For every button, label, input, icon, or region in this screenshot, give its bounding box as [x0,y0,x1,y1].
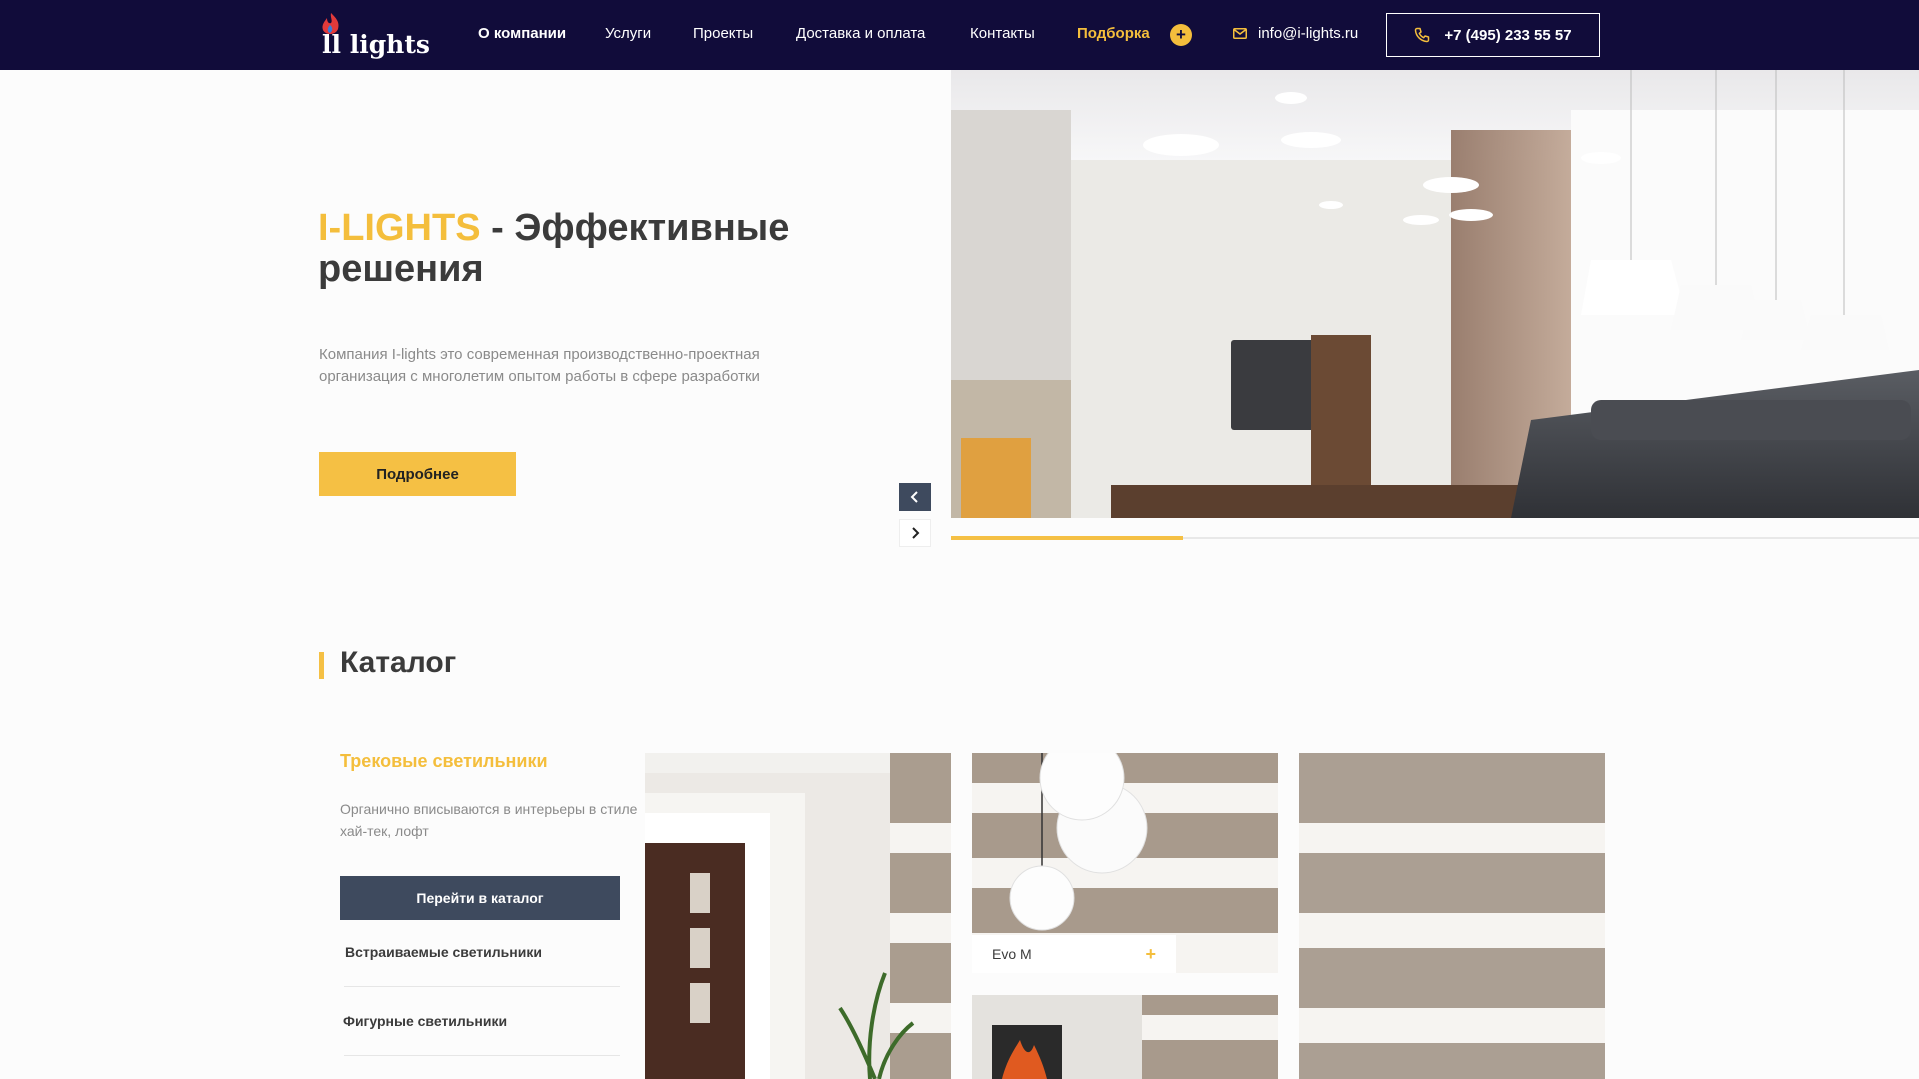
catalog-card[interactable] [645,753,951,1079]
chevron-left-icon [910,491,918,503]
logo[interactable]: ll lights [318,12,430,60]
category-item[interactable]: Встраиваемые светильники [345,944,542,960]
catalog-title: Каталог [340,646,457,679]
chevron-right-icon [912,527,920,539]
section-accent-bar [319,652,324,679]
slider-prev-button[interactable] [899,483,931,511]
category-description: Органично вписываются в интерьеры в стил… [340,801,638,839]
more-button[interactable]: Подробнее [319,452,516,496]
plus-icon[interactable]: + [1170,24,1192,46]
phone-button[interactable]: +7 (495) 233 55 57 [1386,13,1600,57]
go-to-catalog-button[interactable]: Перейти в каталог [340,876,620,920]
mail-icon [1233,28,1247,39]
slider-next-button[interactable] [899,519,931,547]
category-item[interactable]: Фигурные светильники [343,1013,507,1029]
phone-number: +7 (495) 233 55 57 [1444,26,1572,44]
plus-icon[interactable]: + [1145,944,1156,965]
hero-description: Компания I-lights это современная произв… [319,346,760,385]
site-header: ll lights О компании Услуги Проекты Дост… [0,0,1919,70]
slider-progress-fill [951,536,1184,540]
nav-projects[interactable]: Проекты [693,25,753,42]
catalog-card[interactable] [972,995,1278,1079]
nav-about[interactable]: О компании [478,25,566,42]
nav-services[interactable]: Услуги [605,25,651,42]
logo-text: ll lights [322,30,430,59]
product-label[interactable]: Evo M + [972,935,1176,973]
divider [344,986,620,987]
category-active[interactable]: Трековые светильники [340,751,548,772]
product-name: Evo M [992,946,1032,962]
nav-delivery[interactable]: Доставка и оплата [796,25,925,42]
catalog-card[interactable] [1299,753,1605,1079]
divider [344,1055,620,1056]
nav-selection[interactable]: Подборка [1077,25,1150,42]
phone-icon [1415,27,1430,43]
nav-contacts[interactable]: Контакты [970,25,1035,42]
hero-title-brand: I-LIGHTS [318,207,481,249]
hero-title: I-LIGHTS - Эффективные решения [318,208,878,290]
email-link[interactable]: info@i-lights.ru [1258,25,1358,42]
hero-slide-image [951,70,1919,518]
